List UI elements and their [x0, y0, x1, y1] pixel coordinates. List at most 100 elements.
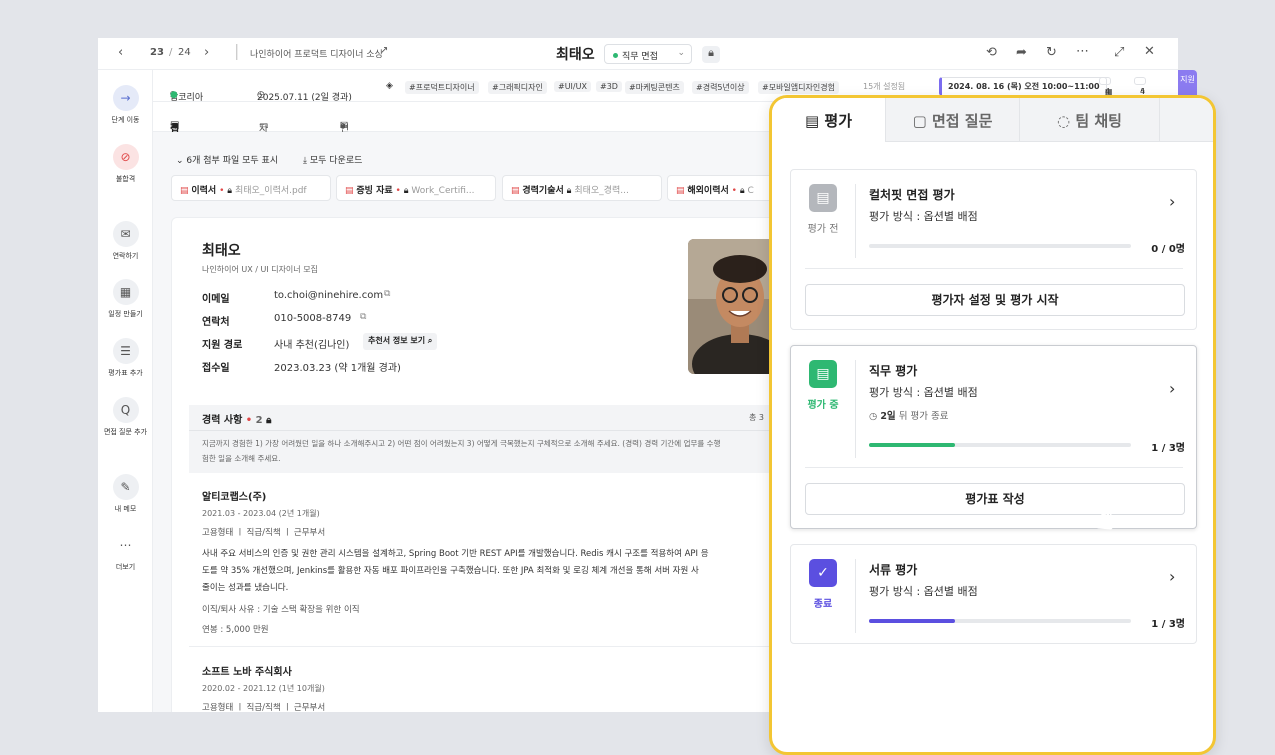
chevron-right-icon[interactable]: › — [1169, 379, 1175, 398]
clipboard-icon: ☰ — [112, 338, 139, 364]
email-value[interactable]: to.choi@ninehire.com — [274, 290, 383, 301]
flash-count[interactable]: ϟ 4 — [1134, 77, 1146, 96]
eval-progress-fill — [869, 443, 956, 447]
tab-evaluation[interactable]: ▤ 평가 — [772, 98, 886, 142]
referral-info-button[interactable]: 추천서 정보 보기 ⌕ — [363, 333, 438, 350]
sidebar-item-interview-question[interactable]: Q 면접 질문 추가 — [98, 397, 153, 437]
applicant-name: 최태오 — [202, 243, 241, 259]
eval-progress — [869, 443, 1131, 447]
tab-label: 평가 — [824, 112, 852, 130]
tag[interactable]: #3D — [596, 81, 622, 92]
evaluation-card: ✓ 종료 서류 평가 평가 방식 : 옵션별 배점 › 1 / 3명 — [790, 544, 1197, 644]
chevron-right-icon[interactable]: › — [1169, 192, 1175, 211]
phone-value[interactable]: 010-5008-8749 — [274, 313, 351, 324]
eval-status-label: 평가 전 — [807, 224, 839, 235]
tag[interactable]: #경력5년이상 — [692, 81, 749, 94]
copy-icon[interactable]: ⧉ — [384, 289, 390, 299]
career-title: 경력 사항 — [202, 415, 243, 426]
chevron-right-icon[interactable]: › — [204, 45, 209, 60]
career-meta: 고용형태 ㅣ 직급/직책 ㅣ 근무부서 — [202, 703, 326, 712]
share-icon[interactable]: ➦ — [1016, 45, 1027, 60]
divider — [189, 646, 792, 647]
eval-title[interactable]: 컬처핏 면접 평가 — [869, 186, 955, 203]
refresh-icon[interactable]: ↻ — [1046, 45, 1057, 60]
applicant-position: 나인하이어 UX / UI 디자이너 모집 — [202, 265, 318, 274]
sidebar-label: 불합격 — [115, 175, 136, 183]
file-item[interactable]: ▤ 이력서 • 🔒︎ 최태오_이력서.pdf — [171, 175, 331, 201]
eval-title[interactable]: 직무 평가 — [869, 362, 917, 379]
sidebar-item-schedule[interactable]: ▦ 일정 만들기 — [98, 279, 153, 319]
route-value: 사내 추천(김나인) — [274, 340, 350, 351]
tab-team-chat[interactable]: ◌ 팀 채팅 — [1020, 98, 1160, 142]
sidebar-item-stage-move[interactable]: → 단계 이동 — [98, 85, 153, 125]
tag[interactable]: #그래픽디자인 — [488, 81, 547, 94]
chevron-left-icon[interactable]: ‹ — [118, 45, 123, 60]
chevron-right-icon[interactable]: › — [1169, 567, 1175, 586]
lock-icon: 🔒︎ — [566, 186, 572, 196]
sidebar-item-reject[interactable]: ⊘ 불합격 — [98, 144, 153, 184]
verified-icon: ● — [170, 90, 178, 100]
referral-label: 추천서 정보 보기 — [368, 336, 426, 345]
lock-icon: 🔒︎ — [266, 415, 272, 426]
required-dot: • — [731, 186, 737, 196]
tag-count[interactable]: 15개 설정됨 — [863, 81, 905, 92]
download-all-button[interactable]: ⤓ 모두 다운로드 — [303, 153, 362, 166]
divider — [805, 268, 1183, 269]
clipboard-icon: ▤ — [809, 360, 837, 388]
show-all-files[interactable]: ⌄ 6개 첨부 파일 모두 표시 — [176, 153, 278, 166]
memo-icon: ✎ — [112, 474, 139, 500]
history-icon[interactable]: ⟲ — [986, 45, 997, 60]
tag[interactable]: #프로덕트디자이너 — [405, 81, 479, 94]
clipboard-icon: ▤ — [809, 184, 837, 212]
external-link-icon[interactable]: ↗ — [380, 45, 388, 56]
calendar-count[interactable]: ▦ 4 — [1099, 77, 1113, 96]
divider — [189, 430, 792, 431]
top-bar: ‹ 23 / 24 › | 나인하이어 프로덕트 디자이너 소싱 ↗ 최태오 직… — [98, 38, 1178, 70]
clipboard-icon: ▤ — [804, 112, 825, 130]
eval-title[interactable]: 서류 평가 — [869, 561, 917, 578]
career-desc-1: 사내 주요 서비스의 인증 및 권한 관리 시스템을 설계하고, Spring … — [202, 549, 709, 559]
sidebar-item-eval-form[interactable]: ☰ 평가표 추가 — [98, 338, 153, 378]
start-evaluation-button[interactable]: 평가자 설정 및 평가 시작 — [805, 284, 1185, 316]
tag[interactable]: #UI/UX — [554, 81, 591, 92]
sidebar-label: 일정 만들기 — [108, 310, 143, 318]
expand-icon[interactable]: ⤢ — [1114, 45, 1124, 60]
file-item[interactable]: ▤ 증빙 자료 • 🔒︎ Work_Certifi... — [336, 175, 496, 201]
field-label: 이메일 — [202, 294, 230, 305]
field-label: 접수일 — [202, 363, 230, 374]
copy-icon[interactable]: ⧉ — [360, 312, 366, 322]
stage-label: 직무 면접 — [622, 52, 658, 62]
question-icon: Q — [112, 397, 139, 423]
sidebar-item-contact[interactable]: ✉ 연락하기 — [98, 221, 153, 261]
career-reason: 이직/퇴사 사유 : 기술 스택 확장을 위한 이직 — [202, 605, 360, 615]
tag[interactable]: #모바일앱디자인경험 — [758, 81, 839, 94]
breadcrumb[interactable]: 나인하이어 프로덕트 디자이너 소싱 — [250, 47, 383, 60]
search-icon: ⌕ — [427, 336, 433, 345]
stage-select[interactable]: 직무 면접 ⌄ — [604, 44, 692, 64]
close-icon[interactable]: ✕ — [1144, 44, 1155, 59]
career-meta: 고용형태 ㅣ 직급/직책 ㅣ 근무부서 — [202, 528, 326, 538]
sidebar-label: 연락하기 — [112, 252, 139, 260]
sidebar-item-more[interactable]: ⋯ 더보기 — [98, 532, 153, 572]
date-label: 2025.07.11 (2일 경과) — [257, 93, 352, 103]
schedule-chip[interactable]: 2024. 08. 16 (목) 오전 10:00~11:00 — [939, 77, 1107, 96]
company-name: 알티코랩스(주) — [202, 492, 267, 503]
lock-icon[interactable]: 🔒︎ — [702, 46, 720, 63]
lock-icon: 🔒︎ — [227, 186, 233, 196]
tag[interactable]: #마케팅콘텐츠 — [625, 81, 684, 94]
file-name: Work_Certifi... — [411, 186, 475, 196]
question-icon: ▢ — [912, 112, 932, 130]
eval-method: 평가 방식 : 옵션별 배점 — [869, 585, 978, 598]
tab-interview-questions[interactable]: ▢ 면접 질문 — [886, 98, 1020, 142]
more-icon[interactable]: ⋯ — [1076, 44, 1089, 59]
file-item[interactable]: ▤ 경력기술서 🔒︎ 최태오_경력... — [502, 175, 662, 201]
ban-icon: ⊘ — [112, 144, 139, 170]
career-desc-3: 줄이는 성과를 냈습니다. — [202, 583, 289, 593]
pdf-icon: ▤ — [345, 186, 357, 196]
eval-method: 평가 방식 : 옵션별 배점 — [869, 386, 978, 399]
write-evaluation-button[interactable]: 평가표 작성 — [805, 483, 1185, 515]
eval-status-label: 평가 중 — [807, 400, 839, 411]
sidebar-item-memo[interactable]: ✎ 내 메모 — [98, 474, 153, 514]
received-date: 2023.03.23 (약 1개월 경과) — [274, 363, 401, 374]
pdf-icon: ▤ — [511, 186, 523, 196]
